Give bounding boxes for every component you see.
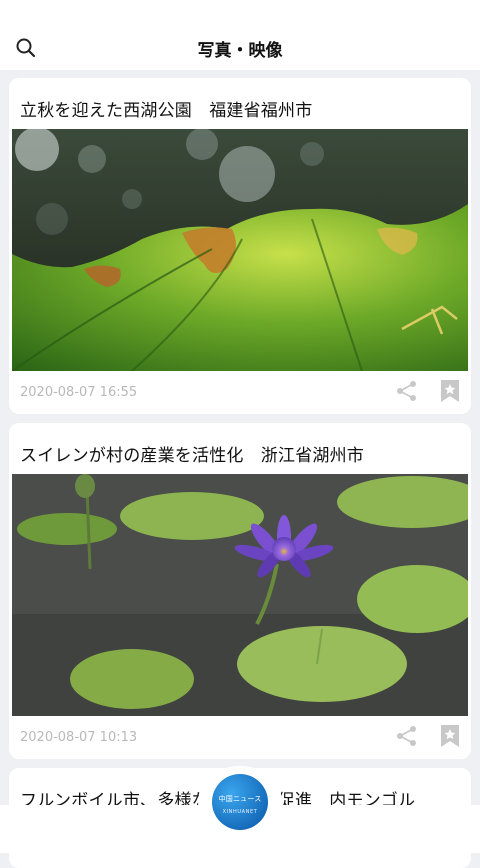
share-icon — [397, 726, 416, 746]
bookmark-star-icon — [441, 725, 459, 747]
page-title: 写真・映像 — [197, 41, 283, 61]
logo-text: 中国ニュース — [218, 795, 262, 803]
article-image[interactable] — [12, 474, 468, 716]
share-button[interactable] — [396, 725, 418, 747]
top-header: 写真・映像 — [0, 0, 480, 70]
home-logo-button[interactable]: 中国ニュース XINHUANET — [212, 774, 268, 830]
share-icon — [397, 381, 416, 401]
bookmark-star-icon — [441, 380, 459, 402]
article-title[interactable]: スイレンが村の産業を活性化 浙江省湖州市 — [20, 441, 364, 466]
share-button[interactable] — [396, 380, 418, 402]
article-image[interactable] — [12, 129, 468, 371]
bookmark-button[interactable] — [441, 380, 459, 402]
article-date: 2020-08-07 10:13 — [20, 730, 138, 745]
article-card[interactable]: スイレンが村の産業を活性化 浙江省湖州市 2020-08-07 10:13 — [9, 423, 471, 759]
logo-subtext: XINHUANET — [222, 809, 258, 815]
bookmark-button[interactable] — [441, 725, 459, 747]
article-card[interactable]: 立秋を迎えた西湖公園 福建省福州市 2020-08-07 16:55 — [9, 78, 471, 414]
article-date: 2020-08-07 16:55 — [20, 385, 138, 400]
article-title[interactable]: 立秋を迎えた西湖公園 福建省福州市 — [20, 96, 312, 121]
